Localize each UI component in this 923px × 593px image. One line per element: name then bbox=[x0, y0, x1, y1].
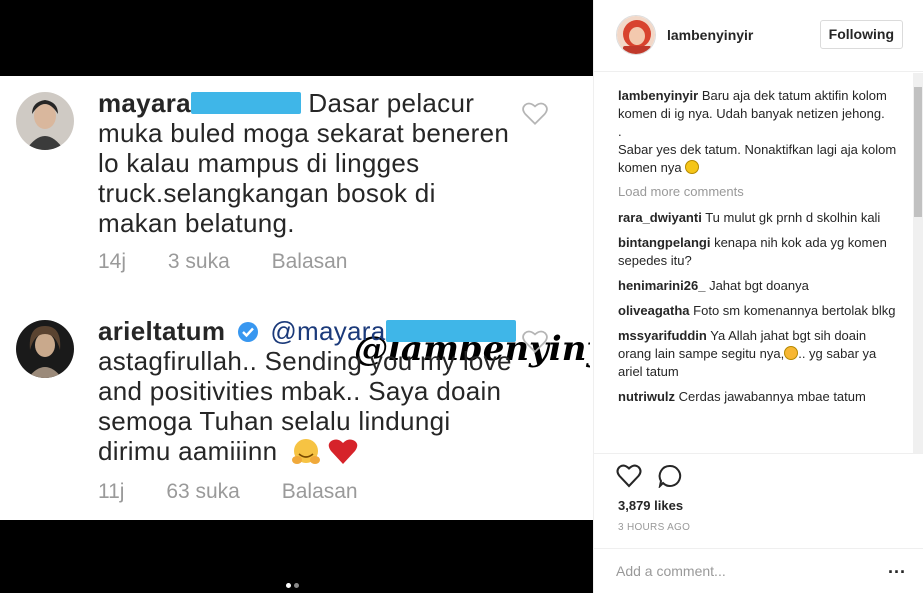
more-options-icon[interactable]: ... bbox=[888, 558, 906, 576]
post-actions: 3,879 likes 3 HOURS AGO bbox=[594, 453, 923, 548]
scrollbar-thumb[interactable] bbox=[914, 87, 922, 217]
heart-emoji-icon bbox=[329, 439, 358, 464]
post-timestamp: 3 HOURS AGO bbox=[618, 522, 691, 533]
likes-count[interactable]: 3,879 likes bbox=[618, 498, 683, 513]
post-header: lambenyinyir Following bbox=[594, 0, 923, 72]
comment-username: mayara bbox=[98, 88, 191, 118]
comment-icon[interactable] bbox=[658, 464, 684, 490]
comment-mention: @mayara bbox=[270, 316, 386, 346]
comment-text: Cerdas jawabannya mbae tatum bbox=[678, 389, 866, 404]
comment-user[interactable]: mssyarifuddin bbox=[618, 328, 707, 343]
comment-text: Jahat bgt doanya bbox=[709, 278, 809, 293]
comment-likes: 63 suka bbox=[166, 480, 240, 503]
list-item: nutriwulz Cerdas jawabannya mbae tatum bbox=[618, 388, 900, 406]
heart-icon[interactable] bbox=[522, 102, 548, 126]
heart-icon[interactable] bbox=[522, 330, 548, 354]
reply-link: Balasan bbox=[271, 250, 348, 273]
following-button[interactable]: Following bbox=[819, 20, 903, 49]
comment-user[interactable]: bintangpelangi bbox=[618, 235, 710, 250]
comment-time: 11j bbox=[98, 480, 125, 503]
load-more-comments-link[interactable]: Load more comments bbox=[618, 184, 900, 199]
comment-time: 14j bbox=[98, 250, 127, 273]
smile-emoji-icon bbox=[685, 160, 700, 174]
sad-emoji-icon bbox=[784, 346, 799, 360]
heart-icon[interactable] bbox=[616, 464, 642, 488]
hug-emoji-icon bbox=[291, 439, 320, 464]
carousel-dot-active[interactable] bbox=[286, 583, 291, 588]
comment-user[interactable]: rara_dwiyanti bbox=[618, 210, 702, 225]
comment-username: arieltatum bbox=[98, 316, 226, 346]
image-comment-2: arieltatum @mayara astagfirullah.. Sendi… bbox=[16, 312, 586, 512]
list-item: rara_dwiyanti Tu mulut gk prnh d skolhin… bbox=[618, 209, 900, 227]
list-item: mssyarifuddin Ya Allah jahat bgt sih doa… bbox=[618, 327, 900, 381]
image-comment-1: mayara Dasar pelacur muka buled moga sek… bbox=[16, 84, 586, 280]
list-item: oliveagatha Foto sm komenannya bertolak … bbox=[618, 302, 900, 320]
post-media[interactable]: mayara Dasar pelacur muka buled moga sek… bbox=[0, 0, 593, 593]
avatar bbox=[16, 92, 74, 150]
comment-likes: 3 suka bbox=[167, 250, 230, 273]
comment-user[interactable]: nutriwulz bbox=[618, 389, 675, 404]
comment-meta: 14j 3 suka Balasan bbox=[98, 250, 383, 274]
caption: lambenyinyir Baru aja dek tatum aktifin … bbox=[618, 87, 900, 177]
comment-user[interactable]: oliveagatha bbox=[618, 303, 690, 318]
profile-avatar[interactable] bbox=[616, 15, 656, 55]
comment-text: Foto sm komenannya bertolak blkg bbox=[693, 303, 896, 318]
list-item: bintangpelangi kenapa nih kok ada yg kom… bbox=[618, 234, 900, 270]
screenshot-image: mayara Dasar pelacur muka buled moga sek… bbox=[0, 76, 593, 520]
post-sidebar: lambenyinyir Following lambenyinyir Baru… bbox=[593, 0, 923, 593]
comment-user[interactable]: henimarini26_ bbox=[618, 278, 705, 293]
redaction-blur bbox=[385, 320, 516, 342]
comments-list[interactable]: lambenyinyir Baru aja dek tatum aktifin … bbox=[594, 73, 923, 453]
redaction-blur bbox=[190, 92, 301, 114]
list-item: henimarini26_ Jahat bgt doanya bbox=[618, 277, 900, 295]
comment-meta: 11j 63 suka Balasan bbox=[98, 480, 394, 504]
verified-badge-icon bbox=[237, 322, 258, 342]
caption-username[interactable]: lambenyinyir bbox=[618, 88, 698, 103]
caption-text-2: . bbox=[618, 124, 622, 139]
comments-scrollbar[interactable] bbox=[913, 73, 923, 453]
caption-text-3: Sabar yes dek tatum. Nonaktifkan lagi aj… bbox=[618, 142, 897, 175]
add-comment-input[interactable] bbox=[616, 559, 866, 583]
avatar bbox=[16, 320, 74, 378]
carousel-indicator bbox=[286, 575, 302, 593]
reply-link: Balasan bbox=[281, 480, 358, 503]
profile-username[interactable]: lambenyinyir bbox=[667, 27, 753, 43]
carousel-dot[interactable] bbox=[294, 583, 299, 588]
add-comment-bar: ... bbox=[594, 548, 923, 593]
comment-text: Tu mulut gk prnh d skolhin kali bbox=[705, 210, 881, 225]
